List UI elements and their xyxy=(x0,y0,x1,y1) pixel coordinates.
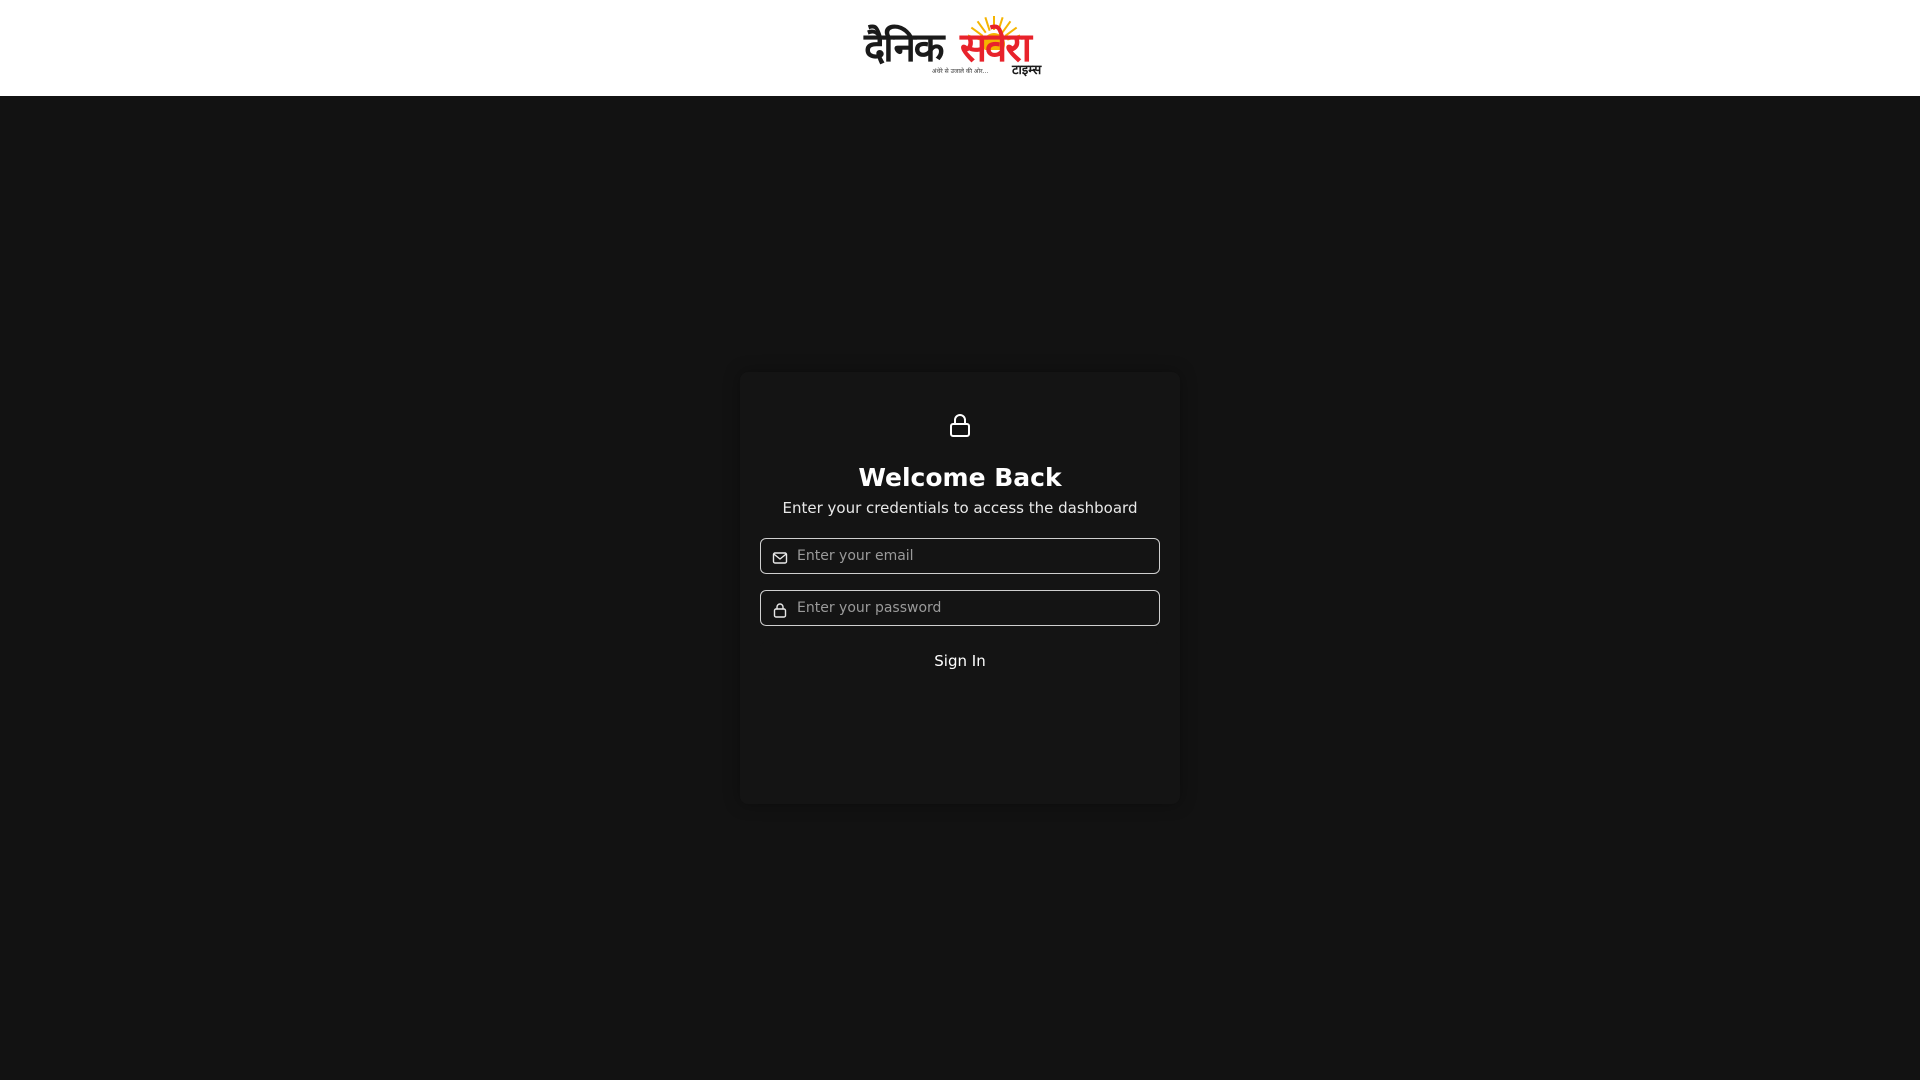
login-title: Welcome Back xyxy=(858,463,1062,492)
main-area: Welcome Back Enter your credentials to a… xyxy=(0,96,1920,1080)
logo-word-dainik: दैनिक xyxy=(864,25,945,71)
brand-logo[interactable]: दैनिक सवेरा अंधेरे से उजाले की ओर... टाइ… xyxy=(864,16,1056,80)
logo-tagline: अंधेरे से उजाले की ओर... xyxy=(932,68,989,75)
password-input[interactable] xyxy=(797,591,1153,625)
sign-in-button[interactable]: Sign In xyxy=(760,642,1160,680)
password-field[interactable] xyxy=(760,590,1160,626)
email-input[interactable] xyxy=(797,539,1153,573)
lock-icon xyxy=(773,603,787,618)
lock-icon xyxy=(950,414,970,437)
login-card: Welcome Back Enter your credentials to a… xyxy=(740,372,1180,804)
login-subtitle: Enter your credentials to access the das… xyxy=(782,499,1138,517)
mail-icon xyxy=(772,552,788,564)
email-field[interactable] xyxy=(760,538,1160,574)
logo-word-times: टाइम्स xyxy=(1012,63,1042,78)
logo-word-savera: सवेरा xyxy=(960,25,1032,71)
site-header: दैनिक सवेरा अंधेरे से उजाले की ओर... टाइ… xyxy=(0,0,1920,96)
